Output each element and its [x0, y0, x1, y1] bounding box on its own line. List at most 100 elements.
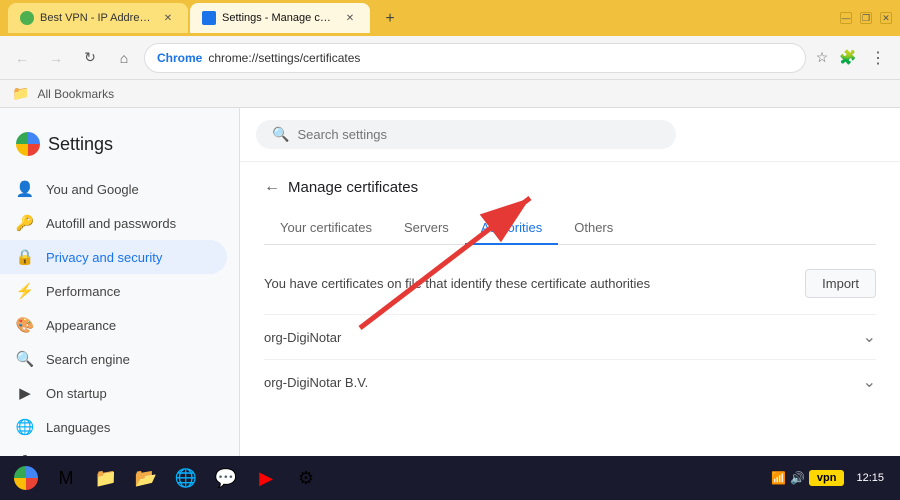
title-bar: Best VPN - IP Address Chang... ✕ Setting…: [0, 0, 900, 36]
web-taskbar-icon[interactable]: 🌐: [168, 460, 204, 496]
tab-servers[interactable]: Servers: [388, 212, 465, 245]
sidebar-item-search-engine[interactable]: 🔍 Search engine: [0, 342, 227, 376]
network-icon: 📶: [771, 471, 786, 485]
bookmarks-bar: 📁 All Bookmarks: [0, 80, 900, 108]
auth-description: You have certificates on file that ident…: [264, 276, 650, 291]
sidebar-item-languages[interactable]: 🌐 Languages: [0, 410, 227, 444]
privacy-icon: 🔒: [16, 248, 34, 266]
search-engine-label: Search engine: [46, 352, 130, 367]
youtube-taskbar-icon[interactable]: ▶: [248, 460, 284, 496]
taskbar-icons-right: 📶 🔊: [771, 471, 805, 485]
sidebar-item-performance[interactable]: ⚡ Performance: [0, 274, 227, 308]
search-bar: 🔍: [256, 120, 676, 149]
taskbar: M 📁 📂 🌐 💬 ▶ ⚙ 📶 🔊 vpn 12:15: [0, 456, 900, 500]
cert-item-1[interactable]: org-DigiNotar B.V. ⌄: [264, 359, 876, 404]
tab-1[interactable]: Best VPN - IP Address Chang... ✕: [8, 3, 188, 33]
you-and-google-icon: 👤: [16, 180, 34, 198]
languages-icon: 🌐: [16, 418, 34, 436]
window-controls: — ❐ ✕: [840, 12, 892, 24]
reload-button[interactable]: ↻: [76, 44, 104, 72]
autofill-icon: 🔑: [16, 214, 34, 232]
bookmarks-icon: 📁: [12, 85, 29, 102]
sound-icon: 🔊: [790, 471, 805, 485]
tab-your-certificates[interactable]: Your certificates: [264, 212, 388, 245]
new-tab-button[interactable]: +: [376, 5, 404, 33]
browser-content: Settings 👤 You and Google 🔑 Autofill and…: [0, 108, 900, 456]
back-row: ← Manage certificates: [264, 178, 876, 196]
menu-button[interactable]: ⋮: [864, 44, 892, 72]
cert-panel: ← Manage certificates Your certificates …: [240, 162, 900, 420]
address-bar: ← → ↻ ⌂ Chrome chrome://settings/certifi…: [0, 36, 900, 80]
cert-item-0[interactable]: org-DigiNotar ⌄: [264, 314, 876, 359]
minimize-button[interactable]: —: [840, 12, 852, 24]
folder-taskbar-icon[interactable]: 📂: [128, 460, 164, 496]
tab-bar: Best VPN - IP Address Chang... ✕ Setting…: [8, 3, 828, 33]
cert-name-0: org-DigiNotar: [264, 330, 341, 345]
chevron-icon-1[interactable]: ⌄: [863, 372, 876, 392]
tab1-close[interactable]: ✕: [160, 10, 176, 26]
sidebar-item-you-and-google[interactable]: 👤 You and Google: [0, 172, 227, 206]
you-and-google-label: You and Google: [46, 182, 139, 197]
main-content: Settings 👤 You and Google 🔑 Autofill and…: [0, 108, 900, 456]
languages-label: Languages: [46, 420, 110, 435]
sidebar-header: Settings: [0, 124, 239, 172]
all-bookmarks-label[interactable]: All Bookmarks: [37, 87, 114, 101]
sidebar-item-autofill[interactable]: 🔑 Autofill and passwords: [0, 206, 227, 240]
chevron-icon-0[interactable]: ⌄: [863, 327, 876, 347]
extension-icon[interactable]: 🧩: [838, 48, 858, 68]
back-button[interactable]: ←: [8, 44, 36, 72]
tab-authorities[interactable]: Authorities: [465, 212, 558, 245]
cert-tabs: Your certificates Servers Authorities Ot…: [264, 212, 876, 245]
appearance-icon: 🎨: [16, 316, 34, 334]
url-text: chrome://settings/certificates: [208, 51, 793, 65]
taskbar-time: 12:15: [848, 472, 892, 484]
tab2-label: Settings - Manage certificates: [222, 12, 336, 24]
sidebar-item-privacy[interactable]: 🔒 Privacy and security: [0, 240, 227, 274]
chrome-taskbar-icon[interactable]: [8, 460, 44, 496]
sidebar: Settings 👤 You and Google 🔑 Autofill and…: [0, 108, 240, 456]
settings-logo: [16, 132, 40, 156]
bookmark-icon[interactable]: ☆: [812, 48, 832, 68]
cert-name-1: org-DigiNotar B.V.: [264, 375, 368, 390]
on-startup-label: On startup: [46, 386, 107, 401]
files-taskbar-icon[interactable]: 📁: [88, 460, 124, 496]
search-icon: 🔍: [272, 126, 289, 143]
close-button[interactable]: ✕: [880, 12, 892, 24]
chat-taskbar-icon[interactable]: 💬: [208, 460, 244, 496]
chrome-protocol-icon: Chrome: [157, 51, 202, 65]
tab1-label: Best VPN - IP Address Chang...: [40, 12, 154, 24]
sidebar-item-appearance[interactable]: 🎨 Appearance: [0, 308, 227, 342]
on-startup-icon: ▶: [16, 384, 34, 402]
autofill-label: Autofill and passwords: [46, 216, 176, 231]
tab2-favicon: [202, 11, 216, 25]
url-bar[interactable]: Chrome chrome://settings/certificates: [144, 43, 806, 73]
sidebar-item-downloads[interactable]: ⬇ Downloads: [0, 444, 227, 456]
browser-frame: Best VPN - IP Address Chang... ✕ Setting…: [0, 0, 900, 500]
auth-desc-row: You have certificates on file that ident…: [264, 261, 876, 314]
tab2-close[interactable]: ✕: [342, 10, 358, 26]
tab1-favicon: [20, 11, 34, 25]
search-input[interactable]: [297, 127, 660, 142]
settings-taskbar-icon[interactable]: ⚙: [288, 460, 324, 496]
maximize-button[interactable]: ❐: [860, 12, 872, 24]
back-arrow-icon[interactable]: ←: [264, 178, 280, 196]
performance-icon: ⚡: [16, 282, 34, 300]
gmail-taskbar-icon[interactable]: M: [48, 460, 84, 496]
panel-title: Manage certificates: [288, 179, 418, 196]
taskbar-right: 📶 🔊 vpn 12:15: [771, 470, 892, 486]
search-bar-container: 🔍: [240, 108, 900, 162]
forward-button[interactable]: →: [42, 44, 70, 72]
import-button[interactable]: Import: [805, 269, 876, 298]
content-area: 🔍 ← Manage certificates Your certificate…: [240, 108, 900, 456]
authorities-content: You have certificates on file that ident…: [264, 261, 876, 404]
appearance-label: Appearance: [46, 318, 116, 333]
sidebar-item-on-startup[interactable]: ▶ On startup: [0, 376, 227, 410]
tab-others[interactable]: Others: [558, 212, 629, 245]
privacy-label: Privacy and security: [46, 250, 162, 265]
home-button[interactable]: ⌂: [110, 44, 138, 72]
tab-2[interactable]: Settings - Manage certificates ✕: [190, 3, 370, 33]
search-engine-icon: 🔍: [16, 350, 34, 368]
performance-label: Performance: [46, 284, 120, 299]
vpn-badge: vpn: [809, 470, 845, 486]
settings-title: Settings: [48, 134, 113, 155]
